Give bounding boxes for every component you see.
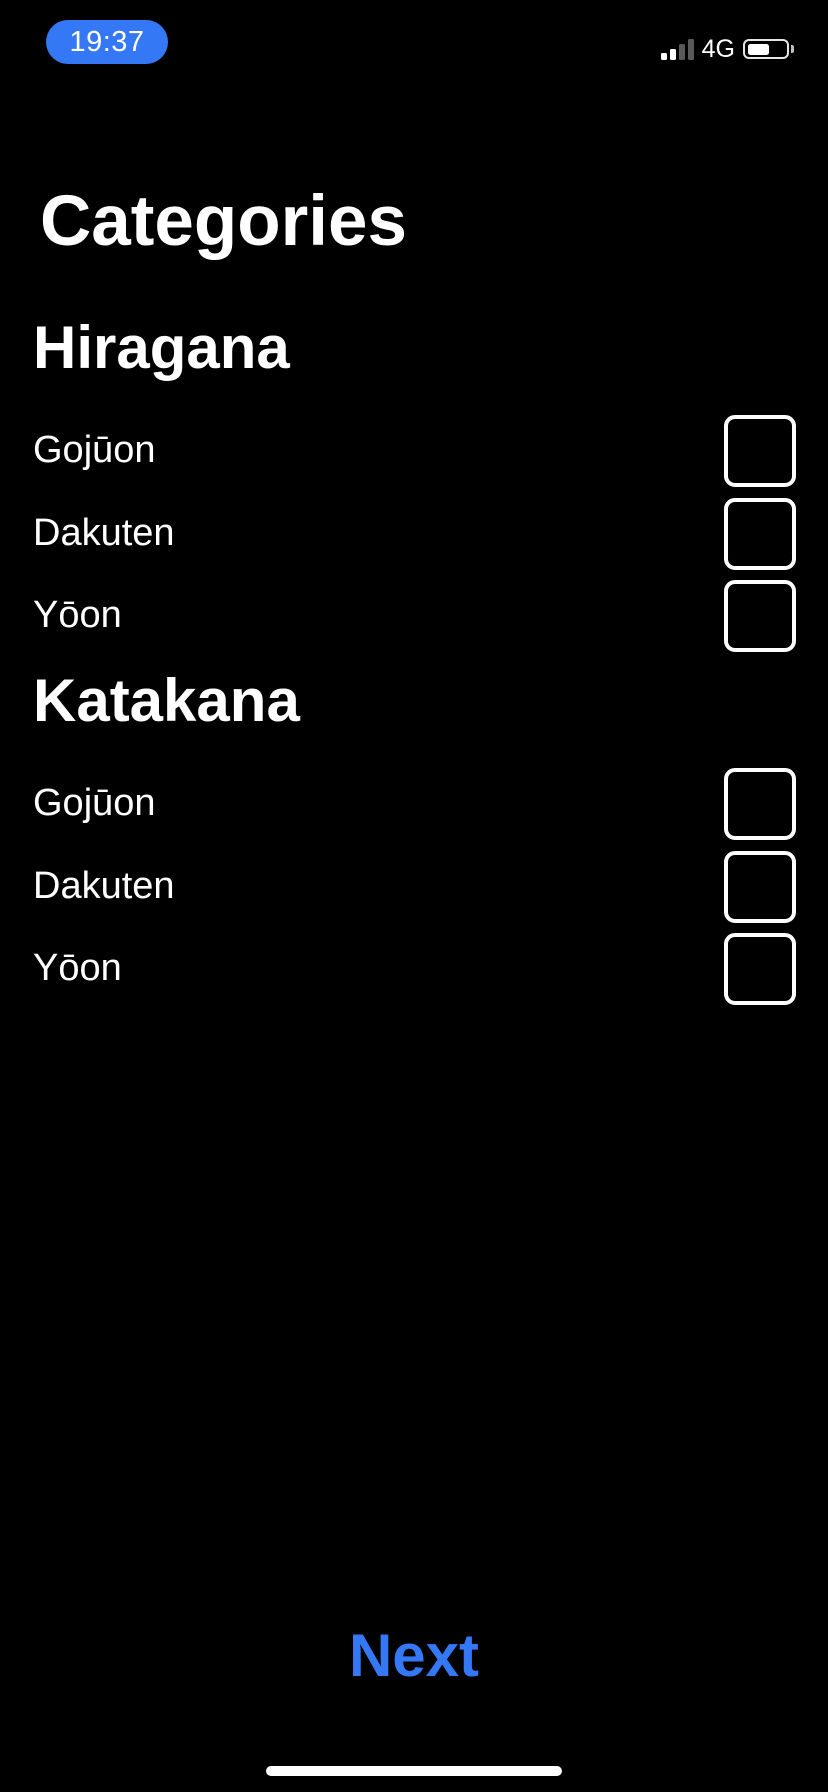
category-label: Dakuten (33, 512, 175, 554)
checkbox-katakana-dakuten[interactable] (724, 851, 796, 923)
status-time: 19:37 (46, 20, 168, 64)
checkbox-katakana-gojuon[interactable] (724, 768, 796, 840)
battery-tip (791, 45, 794, 53)
battery-fill (747, 43, 770, 55)
category-label: Yōon (33, 947, 122, 989)
category-label: Yōon (33, 594, 122, 636)
category-label: Gojūon (33, 782, 156, 824)
checkbox-katakana-yoon[interactable] (724, 933, 796, 1005)
category-row-katakana-dakuten[interactable]: Dakuten (0, 848, 828, 924)
next-button[interactable]: Next (0, 1620, 828, 1692)
signal-bar (687, 39, 694, 60)
network-type: 4G (701, 35, 735, 63)
battery-body (743, 39, 789, 59)
cellular-signal-icon (660, 38, 694, 60)
category-label: Gojūon (33, 429, 156, 471)
section-header: Katakana (33, 667, 300, 734)
checkbox-hiragana-gojuon[interactable] (724, 415, 796, 487)
category-row-katakana-yoon[interactable]: Yōon (0, 930, 828, 1006)
battery-icon (743, 39, 794, 59)
category-row-hiragana-dakuten[interactable]: Dakuten (0, 495, 828, 571)
checkbox-hiragana-dakuten[interactable] (724, 498, 796, 570)
status-indicators: 4G (660, 34, 794, 64)
category-label: Dakuten (33, 865, 175, 907)
category-row-hiragana-gojuon[interactable]: Gojūon (0, 412, 828, 488)
signal-bar (669, 49, 676, 60)
category-row-hiragana-yoon[interactable]: Yōon (0, 577, 828, 653)
section-header: Hiragana (33, 314, 290, 381)
checkbox-hiragana-yoon[interactable] (724, 580, 796, 652)
home-indicator[interactable] (266, 1766, 562, 1776)
page-title: Categories (40, 182, 407, 261)
signal-bar (678, 44, 685, 60)
category-row-katakana-gojuon[interactable]: Gojūon (0, 765, 828, 841)
signal-bar (660, 53, 667, 60)
section-hiragana: Hiragana Gojūon Dakuten Yōon (0, 312, 828, 652)
section-katakana: Katakana Gojūon Dakuten Yōon (0, 665, 828, 1005)
